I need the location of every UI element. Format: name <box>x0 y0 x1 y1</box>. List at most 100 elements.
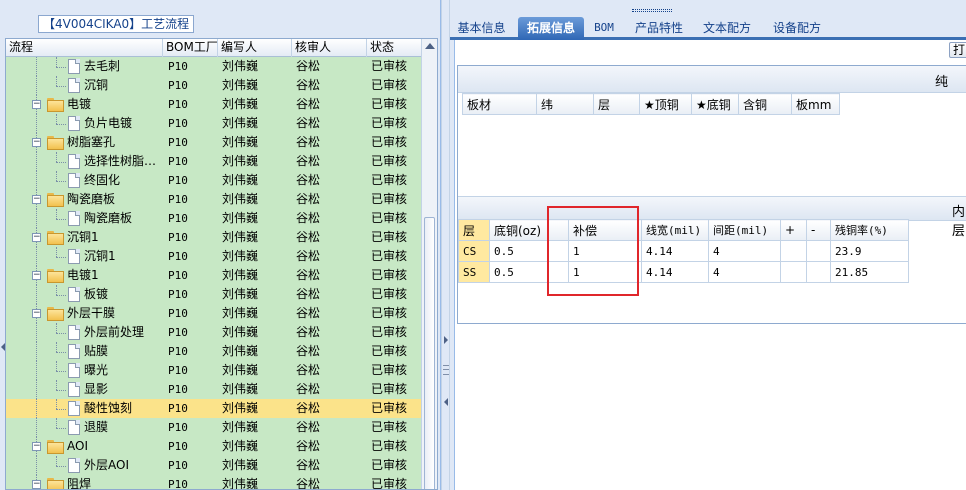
board-table-header[interactable]: ★顶铜 <box>639 93 692 115</box>
table-cell[interactable]: 4 <box>708 261 781 283</box>
table-cell[interactable] <box>806 240 831 262</box>
table-cell[interactable]: 23.9 <box>830 240 909 262</box>
splitter-arrow-left-icon[interactable] <box>444 398 448 406</box>
tree-node-cell[interactable]: 沉铜1 <box>6 247 163 266</box>
tree-row[interactable]: 退膜 P10 刘伟巍 谷松 已审核 <box>6 418 422 437</box>
tree-row[interactable]: 板镀 P10 刘伟巍 谷松 已审核 <box>6 285 422 304</box>
table-cell[interactable]: 4.14 <box>641 261 709 283</box>
tree-row[interactable]: 沉铜1 P10 刘伟巍 谷松 已审核 <box>6 247 422 266</box>
inner-table-header[interactable]: 层 <box>458 219 490 241</box>
tree-row[interactable]: 负片电镀 P10 刘伟巍 谷松 已审核 <box>6 114 422 133</box>
tree-row[interactable]: − 阻焊 P10 刘伟巍 谷松 已审核 <box>6 475 422 489</box>
splitter-arrow-right-icon[interactable] <box>444 336 448 344</box>
inner-table-header[interactable]: 线宽(mil) <box>641 219 709 241</box>
tree-node-cell[interactable]: 选择性树脂… <box>6 152 163 171</box>
table-cell[interactable] <box>780 240 807 262</box>
collapse-toggle-icon[interactable]: − <box>32 138 41 147</box>
tree-node-cell[interactable]: − AOI <box>6 437 163 456</box>
tree-node-cell[interactable]: 贴膜 <box>6 342 163 361</box>
tree-row[interactable]: 外层前处理 P10 刘伟巍 谷松 已审核 <box>6 323 422 342</box>
top-resize-grip-icon[interactable] <box>632 9 672 12</box>
tree-node-cell[interactable]: 外层前处理 <box>6 323 163 342</box>
table-cell[interactable] <box>806 261 831 283</box>
tree-row[interactable]: 选择性树脂… P10 刘伟巍 谷松 已审核 <box>6 152 422 171</box>
table-cell[interactable]: SS <box>458 261 490 283</box>
tree-node-cell[interactable]: 负片电镀 <box>6 114 163 133</box>
table-cell[interactable] <box>780 261 807 283</box>
tree-row[interactable]: 陶瓷磨板 P10 刘伟巍 谷松 已审核 <box>6 209 422 228</box>
splitter-grip-icon[interactable] <box>443 365 449 375</box>
tree-row[interactable]: − AOI P10 刘伟巍 谷松 已审核 <box>6 437 422 456</box>
table-cell[interactable]: CS <box>458 240 490 262</box>
print-button[interactable]: 打 <box>949 42 966 58</box>
tree-row[interactable]: 外层AOI P10 刘伟巍 谷松 已审核 <box>6 456 422 475</box>
board-table-header[interactable]: 纬 <box>536 93 594 115</box>
column-header-process[interactable]: 流程 <box>6 39 163 57</box>
column-header-bom-factory[interactable]: BOM工厂 <box>163 39 218 57</box>
tree-row[interactable]: − 外层干膜 P10 刘伟巍 谷松 已审核 <box>6 304 422 323</box>
collapse-left-arrow-icon[interactable] <box>1 343 5 351</box>
collapse-toggle-icon[interactable]: − <box>32 233 41 242</box>
table-row[interactable]: SS 0.5 1 4.14 4 21.85 <box>458 261 909 283</box>
tree-node-cell[interactable]: 去毛刺 <box>6 57 163 76</box>
tree-node-cell[interactable]: 显影 <box>6 380 163 399</box>
tab-device-recipe[interactable]: 设备配方 <box>768 17 826 40</box>
tab-basic-info[interactable]: 基本信息 <box>450 17 513 40</box>
board-table-header[interactable]: 板mm <box>791 93 840 115</box>
tab-extended-info[interactable]: 拓展信息 <box>518 17 584 40</box>
tree-row[interactable]: 终固化 P10 刘伟巍 谷松 已审核 <box>6 171 422 190</box>
tree-node-cell[interactable]: − 阻焊 <box>6 475 163 489</box>
tree-node-cell[interactable]: 外层AOI <box>6 456 163 475</box>
inner-table-header[interactable]: + <box>780 219 807 241</box>
tree-node-cell[interactable]: 曝光 <box>6 361 163 380</box>
tree-row[interactable]: − 电镀1 P10 刘伟巍 谷松 已审核 <box>6 266 422 285</box>
board-table-header[interactable]: 含铜 <box>738 93 792 115</box>
column-header-writer[interactable]: 编写人 <box>218 39 292 57</box>
scrollbar-thumb[interactable] <box>424 217 435 489</box>
tree-node-cell[interactable]: − 外层干膜 <box>6 304 163 323</box>
tree-row[interactable]: 曝光 P10 刘伟巍 谷松 已审核 <box>6 361 422 380</box>
column-header-status[interactable]: 状态 <box>367 39 423 57</box>
tab-product-features[interactable]: 产品特性 <box>628 17 690 40</box>
table-cell[interactable]: 4.14 <box>641 240 709 262</box>
collapse-toggle-icon[interactable]: − <box>32 309 41 318</box>
tree-node-cell[interactable]: − 陶瓷磨板 <box>6 190 163 209</box>
inner-table-header[interactable]: 间距(mil) <box>708 219 781 241</box>
tree-node-cell[interactable]: 酸性蚀刻 <box>6 399 163 418</box>
tree-node-cell[interactable]: 沉铜 <box>6 76 163 95</box>
tree-row[interactable]: 显影 P10 刘伟巍 谷松 已审核 <box>6 380 422 399</box>
tree-node-cell[interactable]: − 沉铜1 <box>6 228 163 247</box>
tree-node-cell[interactable]: 终固化 <box>6 171 163 190</box>
board-table-header[interactable]: 层 <box>593 93 640 115</box>
tree-node-cell[interactable]: 板镀 <box>6 285 163 304</box>
collapse-toggle-icon[interactable]: − <box>32 100 41 109</box>
table-row[interactable]: CS 0.5 1 4.14 4 23.9 <box>458 240 909 262</box>
collapse-toggle-icon[interactable]: − <box>32 271 41 280</box>
collapse-toggle-icon[interactable]: − <box>32 442 41 451</box>
collapse-toggle-icon[interactable]: − <box>32 195 41 204</box>
tree-node-cell[interactable]: 退膜 <box>6 418 163 437</box>
board-table-header[interactable]: 板材 <box>462 93 537 115</box>
tree-row[interactable]: 酸性蚀刻 P10 刘伟巍 谷松 已审核 <box>6 399 422 418</box>
tree-row[interactable]: − 树脂塞孔 P10 刘伟巍 谷松 已审核 <box>6 133 422 152</box>
tree-row[interactable]: 贴膜 P10 刘伟巍 谷松 已审核 <box>6 342 422 361</box>
panel-splitter[interactable] <box>441 0 450 490</box>
tree-node-cell[interactable]: − 电镀 <box>6 95 163 114</box>
tree-node-cell[interactable]: 陶瓷磨板 <box>6 209 163 228</box>
tab-text-recipe[interactable]: 文本配方 <box>698 17 756 40</box>
tree-row[interactable]: 去毛刺 P10 刘伟巍 谷松 已审核 <box>6 57 422 76</box>
inner-table-header[interactable]: 残铜率(%) <box>830 219 909 241</box>
tree-row[interactable]: − 电镀 P10 刘伟巍 谷松 已审核 <box>6 95 422 114</box>
tree-node-cell[interactable]: − 电镀1 <box>6 266 163 285</box>
column-header-checker[interactable]: 核审人 <box>292 39 367 57</box>
tree-row[interactable]: − 陶瓷磨板 P10 刘伟巍 谷松 已审核 <box>6 190 422 209</box>
table-cell[interactable]: 4 <box>708 240 781 262</box>
collapse-toggle-icon[interactable]: − <box>32 480 41 489</box>
inner-table-header[interactable]: - <box>806 219 831 241</box>
tab-bom[interactable]: BOM <box>589 17 619 40</box>
scroll-up-arrow-icon[interactable] <box>425 43 435 49</box>
tree-node-cell[interactable]: − 树脂塞孔 <box>6 133 163 152</box>
tree-row[interactable]: 沉铜 P10 刘伟巍 谷松 已审核 <box>6 76 422 95</box>
tree-vertical-scrollbar[interactable] <box>421 39 437 489</box>
tree-row[interactable]: − 沉铜1 P10 刘伟巍 谷松 已审核 <box>6 228 422 247</box>
